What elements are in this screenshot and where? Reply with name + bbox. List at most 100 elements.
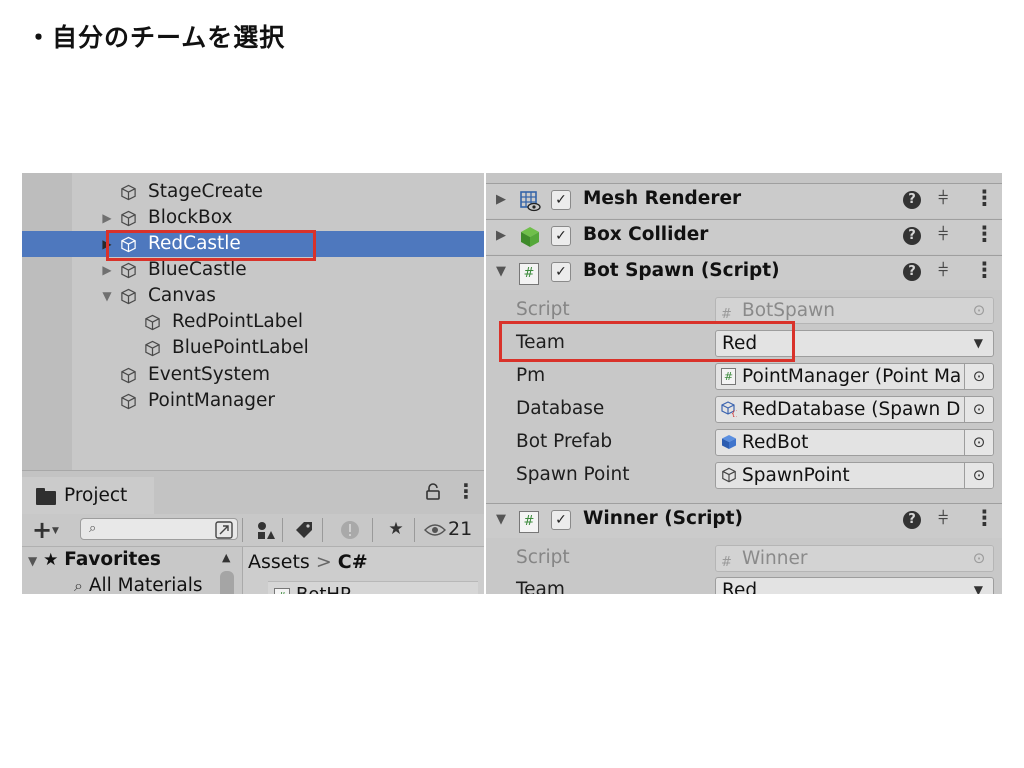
hierarchy-item-pointmanager[interactable]: PointManager bbox=[22, 388, 484, 414]
tree-expander[interactable]: ▼ bbox=[100, 283, 114, 309]
tab-project-label: Project bbox=[64, 485, 128, 506]
lock-icon[interactable] bbox=[425, 483, 441, 501]
tree-expander[interactable]: ▶ bbox=[100, 205, 114, 231]
create-button[interactable]: + bbox=[32, 514, 52, 546]
gameobject-cube-icon bbox=[722, 467, 736, 483]
prop-label-script: Script bbox=[516, 299, 570, 320]
breadcrumb-assets[interactable]: Assets bbox=[248, 551, 310, 573]
favorites-item-label: All Materials bbox=[88, 575, 203, 594]
hierarchy-item-redpointlabel[interactable]: RedPointLabel bbox=[22, 309, 484, 335]
hierarchy-item-canvas[interactable]: ▼ Canvas bbox=[22, 283, 484, 309]
breadcrumb-csharp[interactable]: C# bbox=[338, 551, 368, 573]
filter-by-label-icon[interactable] bbox=[294, 520, 314, 540]
object-picker-icon: ⊙ bbox=[965, 546, 993, 571]
favorites-star-icon[interactable]: ★ bbox=[384, 517, 408, 541]
presets-icon[interactable]: ⫩ bbox=[938, 224, 948, 245]
chevron-down-icon: ▼ bbox=[973, 583, 983, 594]
component-header-bot-spawn[interactable]: ▼ # ✓ Bot Spawn (Script) ? ⫩ ⋮ bbox=[486, 255, 1002, 290]
folder-icon bbox=[36, 488, 56, 505]
chevron-down-icon[interactable]: ▼ bbox=[52, 526, 59, 536]
hierarchy-item-stagecreate[interactable]: StageCreate bbox=[22, 179, 484, 205]
chevron-right-icon: > bbox=[315, 551, 332, 573]
object-picker-icon[interactable]: ⊙ bbox=[964, 397, 993, 422]
hierarchy-and-project-panel: StageCreate ▶ BlockBox ▶ RedCastle ▶ Blu… bbox=[22, 173, 484, 594]
favorites-item-all-materials[interactable]: ⌕ All Materials bbox=[74, 575, 202, 594]
toolbar-divider bbox=[242, 518, 243, 542]
filter-by-type-icon[interactable] bbox=[254, 520, 276, 542]
component-header-winner[interactable]: ▼ # ✓ Winner (Script) ? ⫩ ⋮ bbox=[486, 503, 1002, 538]
component-header-mesh-renderer[interactable]: ▶ ✓ Mesh Renderer ? ⫩ ⋮ bbox=[486, 183, 1002, 218]
object-picker-icon[interactable]: ⊙ bbox=[964, 463, 993, 488]
more-menu-icon[interactable]: ⋮ bbox=[974, 258, 995, 282]
spawn-point-object-field[interactable]: SpawnPoint ⊙ bbox=[715, 462, 994, 489]
gameobject-cube-icon bbox=[121, 367, 136, 384]
hierarchy-item-label: PointManager bbox=[148, 390, 276, 411]
hierarchy-item-label: StageCreate bbox=[148, 181, 263, 202]
hierarchy-item-label: BluePointLabel bbox=[172, 337, 309, 358]
help-icon[interactable]: ? bbox=[903, 511, 921, 529]
presets-icon[interactable]: ⫩ bbox=[938, 508, 948, 529]
search-icon: ⌕ bbox=[89, 521, 97, 536]
chevron-right-icon[interactable]: ▶ bbox=[496, 228, 506, 243]
project-toolbar: + ▼ ⌕ ★ 21 bbox=[22, 514, 484, 547]
gameobject-cube-icon bbox=[121, 210, 136, 227]
help-icon[interactable]: ? bbox=[903, 263, 921, 281]
filter-by-log-type-icon[interactable] bbox=[340, 520, 360, 540]
more-menu-icon[interactable]: ⋮ bbox=[974, 506, 995, 530]
team-dropdown-value: Red bbox=[722, 580, 758, 594]
hierarchy-item-blockbox[interactable]: ▶ BlockBox bbox=[22, 205, 484, 231]
hierarchy-item-label: Canvas bbox=[148, 285, 216, 306]
hierarchy-item-label: BlockBox bbox=[148, 207, 233, 228]
gameobject-cube-icon bbox=[121, 288, 136, 305]
chevron-down-icon[interactable]: ▼ bbox=[496, 264, 506, 279]
favorites-header[interactable]: ▼ ★ Favorites bbox=[28, 549, 161, 570]
highlight-box-redcastle bbox=[106, 230, 316, 261]
gameobject-cube-icon bbox=[121, 262, 136, 279]
prefab-icon bbox=[722, 435, 736, 449]
more-menu-icon[interactable]: ⋮ bbox=[456, 479, 476, 503]
hierarchy-item-bluepointlabel[interactable]: BluePointLabel bbox=[22, 335, 484, 361]
component-enabled-checkbox[interactable]: ✓ bbox=[551, 262, 571, 282]
component-enabled-checkbox[interactable]: ✓ bbox=[551, 190, 571, 210]
open-in-window-icon[interactable] bbox=[214, 520, 234, 540]
script-icon: # bbox=[721, 307, 732, 322]
chevron-right-icon[interactable]: ▶ bbox=[496, 192, 506, 207]
pm-object-field[interactable]: # PointManager (Point Ma ⊙ bbox=[715, 363, 994, 390]
object-picker-icon[interactable]: ⊙ bbox=[964, 364, 993, 389]
eye-icon[interactable] bbox=[424, 523, 446, 537]
database-object-field[interactable]: {} RedDatabase (Spawn D ⊙ bbox=[715, 396, 994, 423]
inspector-panel: ▶ ✓ Mesh Renderer ? ⫩ ⋮ ▶ ✓ Box Collider… bbox=[486, 173, 1002, 594]
component-title: Mesh Renderer bbox=[583, 188, 742, 209]
prop-label-bot-prefab: Bot Prefab bbox=[516, 431, 613, 452]
object-picker-icon[interactable]: ⊙ bbox=[964, 430, 993, 455]
help-icon[interactable]: ? bbox=[903, 191, 921, 209]
component-enabled-checkbox[interactable]: ✓ bbox=[551, 510, 571, 530]
toolbar-divider bbox=[414, 518, 415, 542]
scroll-up-arrow[interactable]: ▲ bbox=[222, 551, 230, 564]
presets-icon[interactable]: ⫩ bbox=[938, 188, 948, 209]
more-menu-icon[interactable]: ⋮ bbox=[974, 186, 995, 210]
more-menu-icon[interactable]: ⋮ bbox=[974, 222, 995, 246]
component-enabled-checkbox[interactable]: ✓ bbox=[551, 226, 571, 246]
asset-item[interactable]: # BotHP bbox=[268, 581, 478, 594]
gameobject-cube-icon bbox=[121, 393, 136, 410]
toolbar-divider bbox=[322, 518, 323, 542]
presets-icon[interactable]: ⫩ bbox=[938, 260, 948, 281]
winner-team-dropdown[interactable]: Red ▼ bbox=[715, 577, 994, 594]
prop-label-script: Script bbox=[516, 547, 570, 568]
component-header-box-collider[interactable]: ▶ ✓ Box Collider ? ⫩ ⋮ bbox=[486, 219, 1002, 254]
prop-label-team: Team bbox=[516, 579, 565, 594]
hierarchy-item-eventsystem[interactable]: EventSystem bbox=[22, 362, 484, 388]
slide-title: ・自分のチームを選択 bbox=[26, 23, 286, 52]
tab-project[interactable]: Project bbox=[22, 477, 154, 515]
hierarchy-item-label: EventSystem bbox=[148, 364, 270, 385]
box-collider-icon bbox=[521, 227, 539, 247]
favorites-label: Favorites bbox=[64, 549, 161, 570]
chevron-down-icon[interactable]: ▼ bbox=[496, 512, 506, 527]
bot-prefab-object-field[interactable]: RedBot ⊙ bbox=[715, 429, 994, 456]
help-icon[interactable]: ? bbox=[903, 227, 921, 245]
scrollbar-thumb[interactable] bbox=[220, 571, 234, 594]
chevron-down-icon[interactable]: ▼ bbox=[28, 554, 37, 568]
gameobject-cube-icon bbox=[145, 314, 160, 331]
gameobject-cube-icon bbox=[121, 184, 136, 201]
